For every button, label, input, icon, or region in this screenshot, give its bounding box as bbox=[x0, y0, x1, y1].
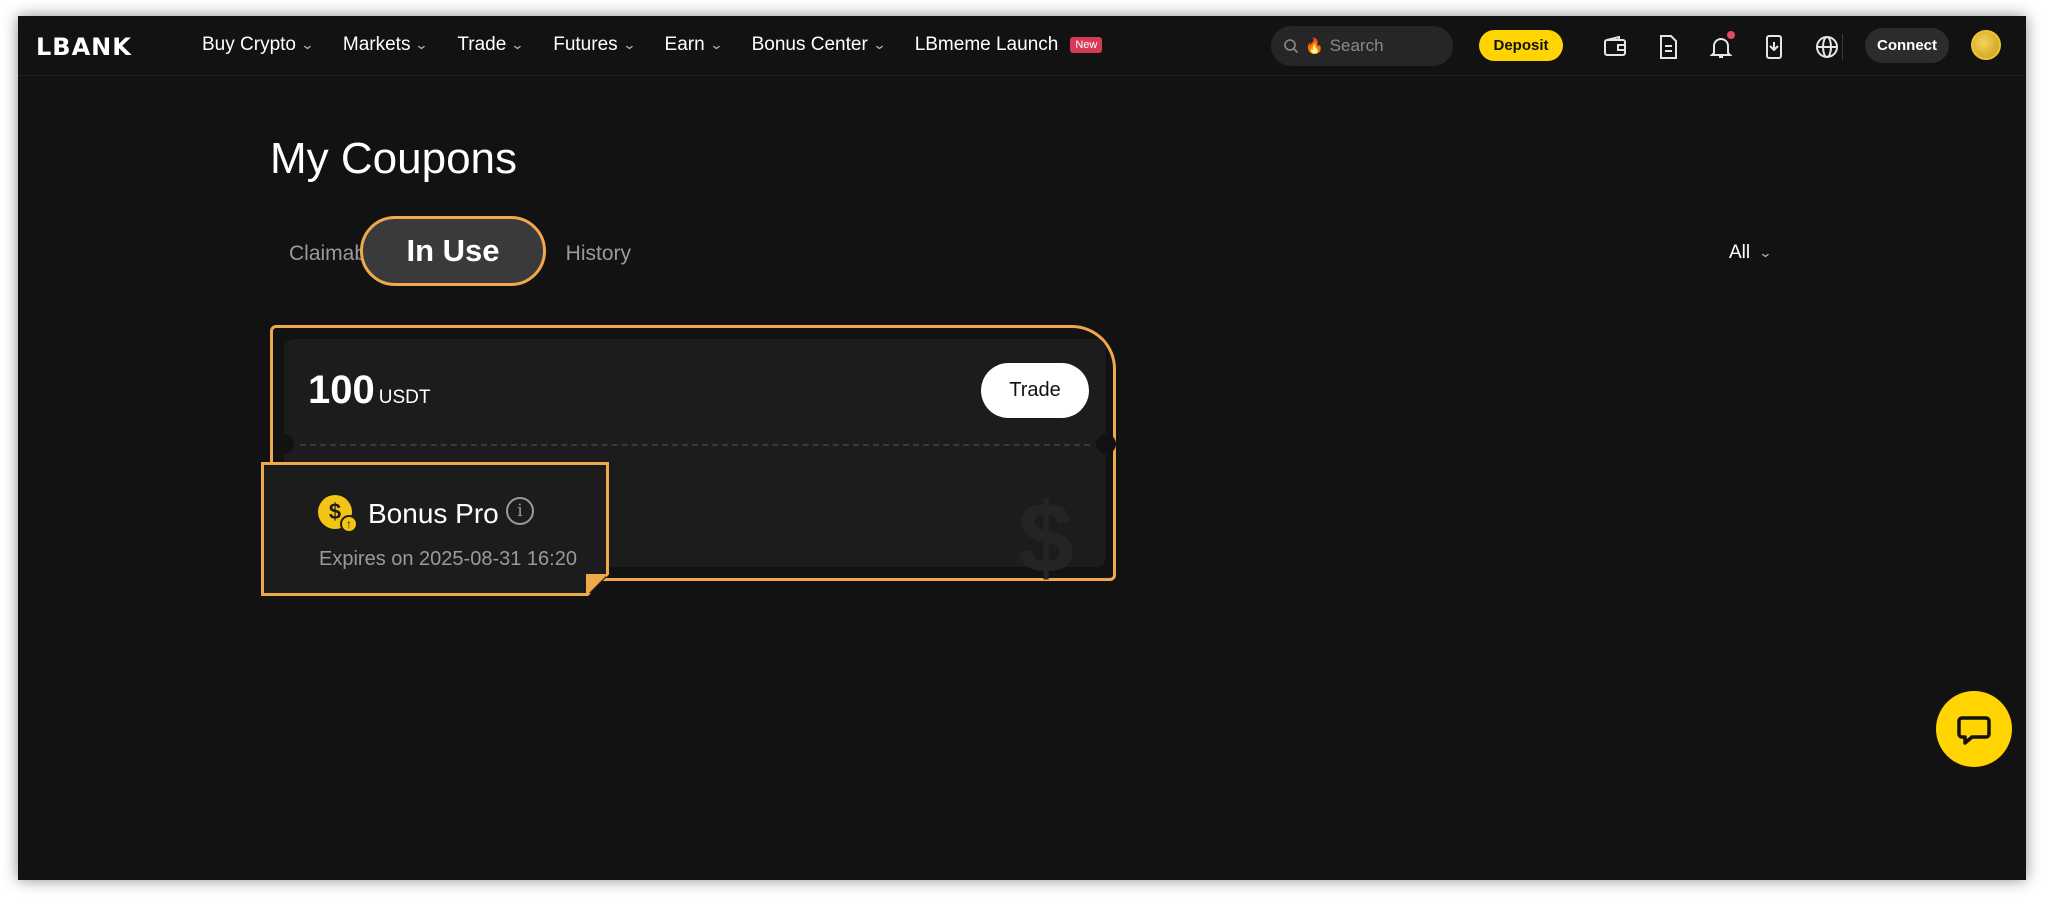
chevron-down-icon: ⌄ bbox=[300, 37, 315, 52]
avatar[interactable] bbox=[1971, 30, 2001, 60]
search-icon bbox=[1284, 39, 1299, 54]
dollar-watermark-icon: $ bbox=[1018, 482, 1074, 594]
status-filter-dropdown[interactable]: All ⌄ bbox=[1729, 242, 1773, 264]
menu-bonus-center[interactable]: Bonus Center ⌄ bbox=[751, 34, 887, 56]
notification-dot bbox=[1727, 31, 1735, 39]
orders-icon[interactable] bbox=[1654, 33, 1682, 61]
search-placeholder: Search bbox=[1329, 36, 1384, 55]
menu-label: LBmeme Launch bbox=[914, 34, 1059, 55]
tab-claimable[interactable]: Claimable bbox=[289, 242, 369, 266]
tab-history-label: History bbox=[565, 242, 631, 265]
page-title: My Coupons bbox=[270, 134, 518, 183]
deposit-button[interactable]: Deposit bbox=[1479, 30, 1563, 61]
menu-futures[interactable]: Futures ⌄ bbox=[553, 34, 637, 56]
chevron-down-icon: ⌄ bbox=[872, 37, 887, 52]
coupon-expiry: Expires on 2025-08-31 16:20 bbox=[319, 548, 577, 570]
menu-label: Markets bbox=[342, 34, 411, 55]
menu-label: Bonus Center bbox=[751, 34, 868, 55]
menu-label: Earn bbox=[664, 34, 705, 55]
tab-history[interactable]: History bbox=[541, 242, 631, 266]
coupon-unit: USDT bbox=[378, 387, 431, 408]
wallet-icon[interactable] bbox=[1601, 33, 1629, 61]
coupon-value: 100 bbox=[308, 368, 375, 412]
menu-label: Futures bbox=[553, 34, 618, 55]
chevron-down-icon: ⌄ bbox=[510, 37, 525, 52]
trade-button[interactable]: Trade bbox=[981, 363, 1089, 418]
bonus-coin-icon: $ ↑ bbox=[318, 495, 358, 533]
bell-icon[interactable] bbox=[1707, 31, 1735, 61]
menu-buy-crypto[interactable]: Buy Crypto ⌄ bbox=[202, 34, 315, 56]
filter-label: All bbox=[1729, 242, 1751, 263]
coupon-name: Bonus Pro bbox=[368, 498, 499, 529]
globe-icon[interactable] bbox=[1813, 33, 1841, 61]
coupon-notch-right bbox=[1096, 434, 1116, 454]
chevron-down-icon: ⌄ bbox=[709, 37, 724, 52]
chevron-down-icon: ⌄ bbox=[1758, 245, 1773, 260]
nav-divider bbox=[1842, 34, 1843, 60]
coupon-notch-left bbox=[274, 434, 294, 454]
menu-markets[interactable]: Markets ⌄ bbox=[342, 34, 430, 56]
coupon-amount: 100 USDT bbox=[308, 368, 430, 413]
app-window: LBANK Buy Crypto ⌄ Markets ⌄ Trade ⌄ Fut… bbox=[18, 16, 2026, 880]
chat-icon bbox=[1957, 716, 1991, 745]
menu-earn[interactable]: Earn ⌄ bbox=[664, 34, 724, 56]
menu-label: Trade bbox=[457, 34, 507, 55]
download-icon[interactable] bbox=[1760, 33, 1788, 61]
new-badge: New bbox=[1070, 37, 1103, 53]
flame-icon: 🔥 bbox=[1305, 38, 1324, 55]
logo[interactable]: LBANK bbox=[36, 33, 132, 61]
label-fold-corner bbox=[586, 574, 608, 596]
top-nav: LBANK Buy Crypto ⌄ Markets ⌄ Trade ⌄ Fut… bbox=[18, 16, 2026, 76]
tab-in-use[interactable]: In Use bbox=[360, 216, 546, 286]
chevron-down-icon: ⌄ bbox=[622, 37, 637, 52]
menu-lbmeme-launch[interactable]: LBmeme Launch New bbox=[915, 34, 1103, 56]
menu-trade[interactable]: Trade ⌄ bbox=[457, 34, 525, 56]
main-menu: Buy Crypto ⌄ Markets ⌄ Trade ⌄ Futures ⌄… bbox=[202, 34, 1103, 56]
chat-support-button[interactable] bbox=[1936, 691, 2012, 767]
connect-button[interactable]: Connect bbox=[1865, 28, 1949, 63]
menu-label: Buy Crypto bbox=[202, 34, 296, 55]
info-icon[interactable]: i bbox=[506, 497, 534, 525]
search-input[interactable]: 🔥 Search bbox=[1271, 26, 1453, 66]
arrow-up-icon: ↑ bbox=[340, 515, 358, 533]
chevron-down-icon: ⌄ bbox=[414, 37, 430, 52]
coupon-divider bbox=[300, 444, 1090, 446]
